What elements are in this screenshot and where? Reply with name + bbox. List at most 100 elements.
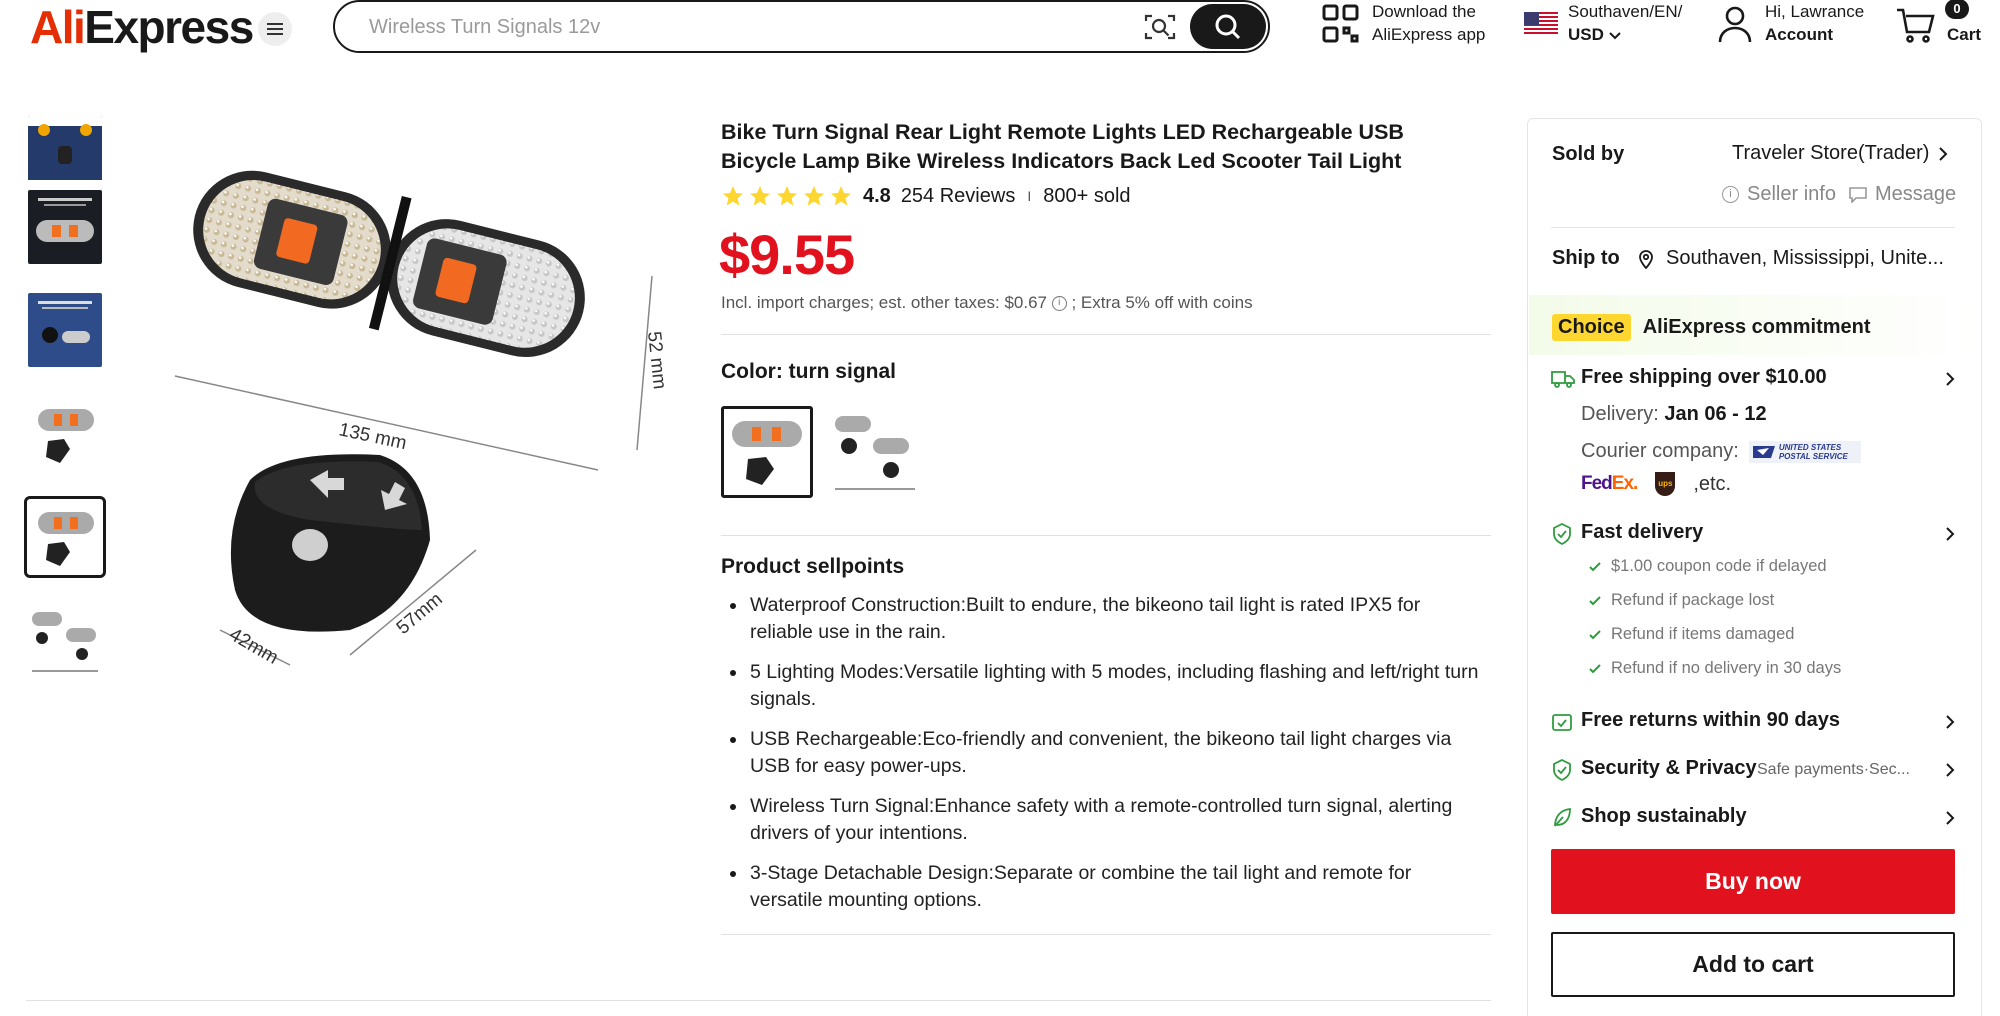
thumb-image [28,116,102,190]
account-menu[interactable]: Hi, Lawrance Account [1717,0,1864,46]
guarantee-item: Refund if package lost [1589,591,1841,610]
choice-badge: Choice [1552,314,1631,341]
security-privacy-row[interactable]: Security & Privacy Safe payments·Sec... [1551,755,1955,785]
star-icon [723,186,743,206]
reviews-link[interactable]: 254 Reviews [901,185,1016,208]
courier-logos-row: FedEx. ups ,etc. [1581,472,1731,496]
fast-delivery-row[interactable]: Fast delivery [1551,519,1955,549]
fedex-ex: Ex. [1611,473,1639,494]
separator: I [1027,188,1032,204]
user-icon [1718,6,1752,43]
gallery-thumb-3[interactable] [28,293,102,367]
buy-now-button[interactable]: Buy now [1551,849,1955,914]
qr-code-icon [1322,4,1359,43]
logo-part-ali: Ali [30,1,86,53]
image-search-icon[interactable] [1143,12,1177,42]
sellpoints-list: Waterproof Construction:Built to endure,… [721,592,1481,927]
ship-to-location: Southaven, Mississippi, Unite... [1666,247,1944,269]
cart-link[interactable]: 0 Cart [1895,0,1981,46]
greeting: Hi, Lawrance [1765,2,1865,21]
guarantee-text: Refund if package lost [1611,591,1775,609]
fedex-logo: FedEx. [1581,473,1639,495]
search-bar [333,0,1270,53]
guarantee-text: Refund if items damaged [1611,625,1795,643]
search-icon [1215,14,1241,39]
return-box-icon [1552,714,1572,731]
delivery-dates: Jan 06 - 12 [1664,403,1767,425]
courier-label: Courier company: [1581,440,1739,462]
chevron-right-icon [1939,146,1948,161]
courier-row: Courier company: UNITED STATES POSTAL SE… [1581,440,1861,463]
thumb-image [28,397,102,471]
ups-logo: ups [1655,472,1676,496]
sellpoint-item: 3-Stage Detachable Design:Separate or co… [721,860,1481,913]
commitment-title: AliExpress commitment [1642,316,1871,338]
store-name: Traveler Store(Trader) [1732,142,1930,164]
sellpoint-item: USB Rechargeable:Eco-friendly and conven… [721,726,1481,779]
download-app-link[interactable]: Download the AliExpress app [1322,0,1485,46]
free-shipping-row[interactable]: Free shipping over $10.00 [1551,364,1955,394]
message-link[interactable]: Message [1849,183,1956,206]
store-link[interactable]: Traveler Store(Trader) [1732,142,1948,165]
rating-score: 4.8 [863,184,891,207]
product-title: Bike Turn Signal Rear Light Remote Light… [721,120,1404,173]
guarantee-item: Refund if items damaged [1589,625,1841,644]
hamburger-menu-button[interactable] [258,12,292,46]
gallery-thumb-1[interactable] [28,116,102,190]
chevron-down-icon [1608,32,1621,40]
star-icon [804,186,824,206]
color-swatch-turn-signal[interactable] [721,406,813,498]
cart-count-badge: 0 [1945,0,1969,19]
check-icon [1589,629,1601,639]
clock-check-icon [1553,523,1571,545]
height-dimension-label: 52 mm [643,330,670,390]
hamburger-icon [267,23,283,35]
divider [26,1000,1491,1001]
info-icon[interactable]: i [1051,296,1067,312]
gallery-thumb-2[interactable] [28,190,102,264]
star-icon [750,186,770,206]
search-button[interactable] [1190,4,1266,49]
search-input[interactable] [369,12,1069,42]
check-icon [1589,663,1601,673]
app-line1: Download the [1372,2,1476,21]
gallery-thumb-4[interactable] [28,397,102,471]
ship-to-selector[interactable]: Southaven, Mississippi, Unite... [1638,247,1944,270]
cart-icon [1897,8,1935,43]
free-returns-label: Free returns within 90 days [1581,709,1840,731]
usps-text: UNITED STATES POSTAL SERVICE [1778,442,1848,461]
fast-delivery-label: Fast delivery [1581,521,1704,543]
aliexpress-logo[interactable]: AliExpress [30,0,254,54]
main-product-image[interactable]: 135 mm 52 mm 42mm 57mm [160,110,720,690]
gallery-thumb-5-selected[interactable] [24,496,106,578]
thumb-image [28,604,102,678]
chevron-right-icon [1946,372,1955,386]
seller-info-link[interactable]: i Seller info [1722,183,1836,206]
locale-currency-selector[interactable]: Southaven/EN/USD [1524,0,1682,46]
gallery-thumb-6[interactable] [28,604,102,678]
star-rating [721,184,853,208]
swatch-image [724,409,810,495]
tax-note-suffix: ; Extra 5% off with coins [1071,293,1253,312]
delivery-row: Delivery: Jan 06 - 12 [1581,403,1767,426]
tax-note-text: Incl. import charges; est. other taxes: … [721,293,1047,312]
thumb-image [28,293,102,367]
divider [721,535,1491,536]
color-swatch-2[interactable] [829,406,921,498]
divider [721,934,1491,935]
add-to-cart-button[interactable]: Add to cart [1551,932,1955,997]
currency-label: USD [1568,25,1604,44]
chevron-right-icon [1946,715,1955,729]
sold-by-label: Sold by [1552,143,1625,165]
length-dimension-label: 135 mm [337,419,409,454]
check-icon [1589,561,1601,571]
divider [1551,227,1955,228]
chevron-right-icon [1946,763,1955,777]
location-pin-icon [1639,249,1653,269]
free-returns-row[interactable]: Free returns within 90 days [1551,707,1955,737]
free-shipping-label: Free shipping over $10.00 [1581,366,1827,388]
shop-sustainably-row[interactable]: Shop sustainably [1551,803,1955,833]
color-label: Color: turn signal [721,360,896,383]
message-label: Message [1875,183,1957,205]
sellpoints-heading: Product sellpoints [721,555,905,578]
